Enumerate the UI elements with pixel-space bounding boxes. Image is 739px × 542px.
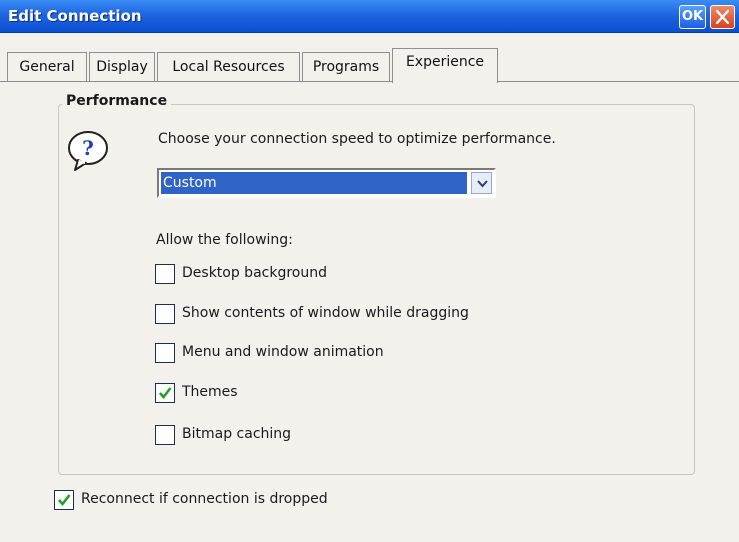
tab-programs[interactable]: Programs (302, 52, 390, 81)
checkmark-icon (58, 494, 71, 507)
reconnect-checkbox[interactable] (54, 490, 74, 510)
show-window-contents-checkbox[interactable] (155, 304, 175, 324)
performance-prompt: Choose your connection speed to optimize… (158, 131, 556, 147)
tab-experience[interactable]: Experience (392, 48, 498, 83)
allow-label: Allow the following: (156, 232, 293, 248)
themes-checkbox[interactable] (155, 383, 175, 403)
reconnect-label: Reconnect if connection is dropped (81, 491, 328, 507)
bitmap-caching-checkbox[interactable] (155, 425, 175, 445)
question-icon: ? (68, 131, 108, 171)
tab-local-resources[interactable]: Local Resources (157, 52, 300, 81)
checkmark-icon (159, 387, 172, 400)
tab-strip: General Display Local Resources Programs… (0, 36, 739, 83)
ok-button[interactable]: OK (679, 5, 706, 29)
performance-group (58, 104, 695, 475)
bitmap-caching-label: Bitmap caching (182, 426, 292, 442)
desktop-background-checkbox[interactable] (155, 264, 175, 284)
connection-speed-select[interactable]: Custom (157, 168, 496, 198)
chevron-down-icon (477, 180, 488, 188)
svg-text:?: ? (82, 136, 94, 160)
close-icon (716, 10, 729, 24)
dropdown-button[interactable] (471, 172, 492, 194)
themes-label: Themes (182, 384, 238, 400)
tab-display[interactable]: Display (89, 52, 155, 81)
desktop-background-label: Desktop background (182, 265, 327, 281)
tab-divider (0, 81, 739, 82)
menu-animation-checkbox[interactable] (155, 343, 175, 363)
close-button[interactable] (710, 5, 735, 29)
window-title: Edit Connection (8, 7, 142, 25)
show-window-contents-label: Show contents of window while dragging (182, 305, 469, 321)
tab-general[interactable]: General (7, 52, 87, 81)
connection-speed-value: Custom (161, 172, 467, 194)
title-bar: Edit Connection OK (0, 0, 739, 33)
menu-animation-label: Menu and window animation (182, 344, 384, 360)
performance-group-title: Performance (62, 93, 172, 109)
